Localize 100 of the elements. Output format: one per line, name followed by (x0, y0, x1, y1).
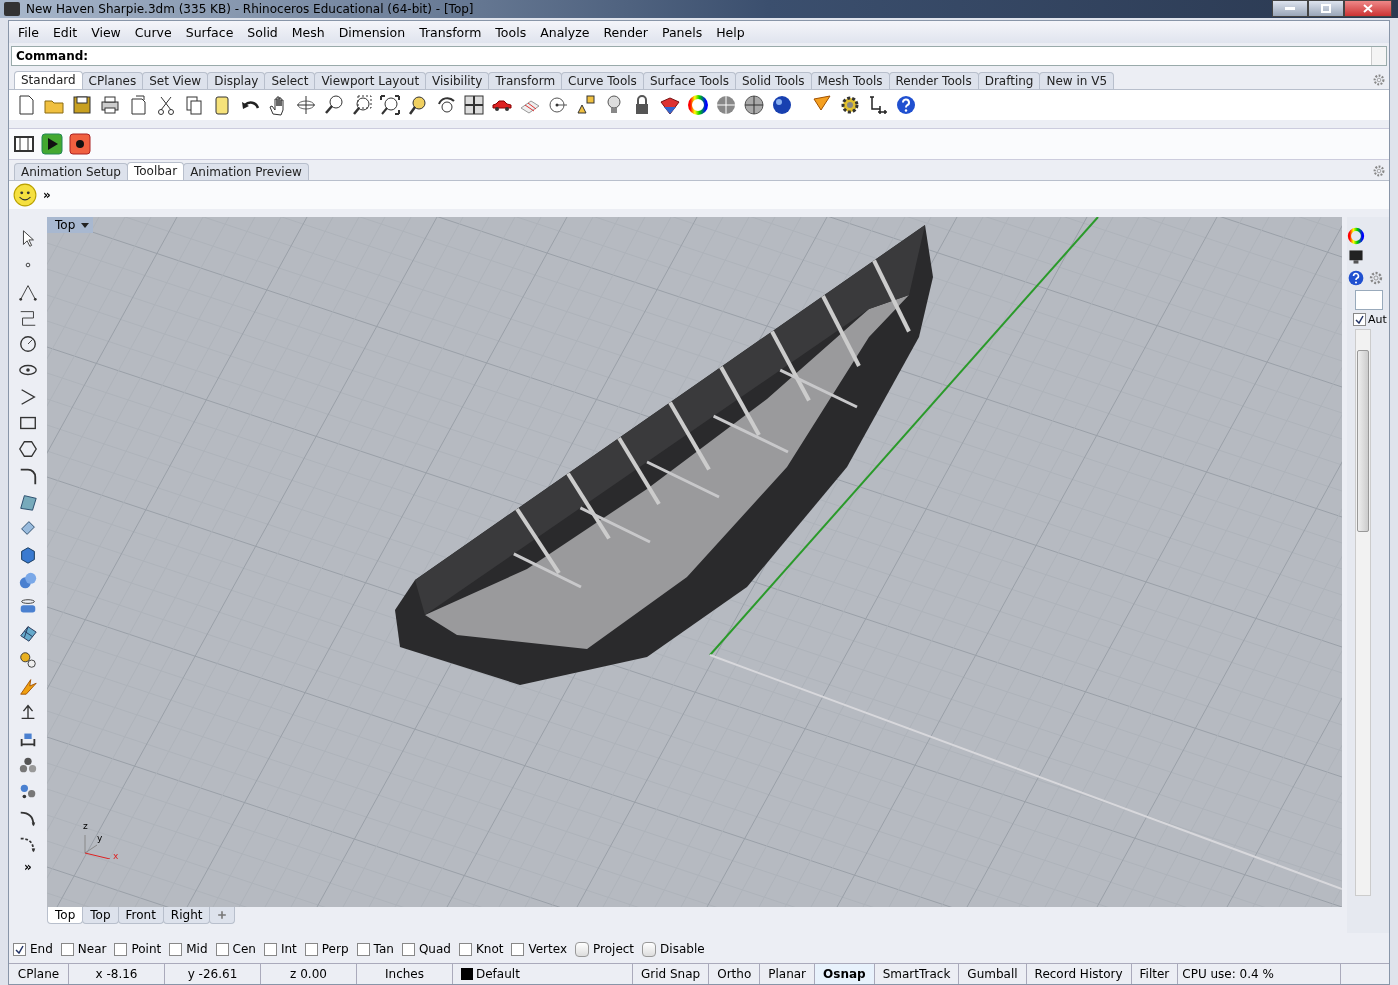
tab[interactable]: Render Tools (888, 72, 979, 89)
zoom-selected-icon[interactable] (407, 94, 429, 116)
layer-field[interactable]: Default (453, 964, 633, 984)
menu-item[interactable]: Surface (178, 24, 241, 40)
tab[interactable]: Set View (142, 72, 209, 89)
cplane-label[interactable]: CPlane (9, 964, 69, 984)
menu-item[interactable]: Edit (45, 24, 85, 40)
tab[interactable]: Curve Tools (561, 72, 644, 89)
input-field[interactable] (1355, 290, 1383, 310)
viewport-tab[interactable]: Right (162, 907, 211, 924)
checkbox[interactable] (60, 942, 74, 956)
polygon-icon[interactable] (18, 439, 38, 460)
zoom-extents-icon[interactable] (379, 94, 401, 116)
circle-icon[interactable] (18, 334, 38, 355)
tab[interactable]: Transform (488, 72, 563, 89)
color-wheel-icon[interactable] (687, 94, 709, 116)
menu-item[interactable]: Transform (412, 24, 489, 40)
spheres-icon[interactable] (18, 570, 38, 591)
curved-arrow-icon[interactable] (435, 94, 457, 116)
checkbox[interactable] (13, 942, 26, 956)
status-toggle[interactable]: Ortho (709, 964, 761, 984)
menu-item[interactable]: Tools (488, 24, 534, 40)
tab[interactable]: CPlanes (81, 72, 144, 89)
help-icon[interactable] (895, 94, 917, 116)
menu-item[interactable]: Render (596, 24, 655, 40)
gear-icon[interactable] (839, 94, 861, 116)
tab[interactable]: Solid Tools (734, 72, 812, 89)
four-viewports-icon[interactable] (463, 94, 485, 116)
menu-item[interactable]: File (11, 24, 46, 40)
zoom-window-icon[interactable] (351, 94, 373, 116)
panel-tab[interactable]: Toolbar (126, 162, 185, 180)
menu-item[interactable]: Curve (127, 24, 179, 40)
shapes-icon[interactable] (575, 94, 597, 116)
menu-item[interactable]: View (84, 24, 128, 40)
status-toggle[interactable]: Grid Snap (633, 964, 710, 984)
tab[interactable]: Visibility (425, 72, 490, 89)
panel-tab[interactable]: Animation Setup (14, 163, 128, 180)
tab[interactable]: Select (264, 72, 316, 89)
menu-item[interactable]: Solid (240, 24, 285, 40)
toggle-button[interactable] (642, 941, 657, 957)
viewport[interactable]: Top z y x (47, 217, 1342, 907)
maximize-button[interactable] (1308, 0, 1344, 17)
toggle-button[interactable] (575, 941, 589, 957)
status-toggle[interactable]: Filter (1131, 964, 1179, 984)
viewport-tab[interactable]: Top (47, 907, 84, 924)
checkbox[interactable] (169, 942, 183, 956)
mesh-icon[interactable] (18, 623, 38, 644)
command-field[interactable]: Command: (11, 46, 1387, 66)
dimension-icon[interactable] (867, 94, 889, 116)
copy-icon[interactable] (183, 94, 205, 116)
smiley-icon[interactable] (13, 183, 37, 207)
menu-item[interactable]: Dimension (331, 24, 413, 40)
play-icon[interactable] (41, 133, 63, 155)
checkbox[interactable] (356, 942, 370, 956)
rotate-icon[interactable] (295, 94, 317, 116)
scissors-icon[interactable] (155, 94, 177, 116)
tab[interactable]: Surface Tools (642, 72, 736, 89)
tab[interactable]: Display (207, 72, 266, 89)
minimize-button[interactable] (1272, 0, 1308, 17)
sphere-icon[interactable] (715, 94, 737, 116)
menu-item[interactable]: Analyze (533, 24, 597, 40)
glossy-sphere-icon[interactable] (771, 94, 793, 116)
viewport-tab[interactable]: Top (82, 907, 119, 924)
help-icon[interactable] (1347, 269, 1365, 287)
settings-icon[interactable] (1371, 72, 1387, 88)
tab[interactable]: Viewport Layout (314, 72, 427, 89)
checkbox[interactable] (263, 942, 277, 956)
tab[interactable]: New in V5 (1039, 72, 1115, 89)
status-toggle[interactable]: SmartTrack (874, 964, 960, 984)
viewport-tab[interactable]: Front (117, 907, 164, 924)
checkbox[interactable] (511, 942, 525, 956)
zoom-icon[interactable] (323, 94, 345, 116)
monitor-icon[interactable] (1347, 248, 1365, 266)
add-tab-button[interactable] (209, 907, 236, 924)
status-toggle[interactable]: Gumball (959, 964, 1027, 984)
printer-icon[interactable] (99, 94, 121, 116)
box-icon[interactable] (18, 544, 38, 565)
checkbox[interactable] (304, 942, 318, 956)
lightning-icon[interactable] (18, 676, 38, 697)
settings-icon[interactable] (1371, 163, 1387, 179)
menu-item[interactable]: Panels (654, 24, 710, 40)
overflow-button[interactable]: » (43, 188, 51, 202)
status-toggle[interactable]: Osnap (815, 964, 875, 984)
checkbox[interactable] (1353, 313, 1366, 326)
checkbox[interactable] (114, 942, 128, 956)
checkbox[interactable] (401, 942, 415, 956)
record-icon[interactable] (69, 133, 91, 155)
film-icon[interactable] (13, 133, 35, 155)
checkbox[interactable] (458, 942, 472, 956)
tab[interactable]: Mesh Tools (810, 72, 890, 89)
menu-item[interactable]: Help (709, 24, 752, 40)
status-toggle[interactable]: Record History (1026, 964, 1132, 984)
tab[interactable]: Standard (14, 71, 83, 89)
panel-tab[interactable]: Animation Preview (183, 163, 309, 180)
overflow-button[interactable]: » (24, 860, 32, 875)
checkbox[interactable] (215, 942, 229, 956)
dropdown-arrow-icon[interactable] (81, 221, 90, 229)
color-wheel-icon[interactable] (1347, 227, 1365, 245)
scrollbar[interactable] (1355, 329, 1371, 896)
shaded-sphere-icon[interactable] (743, 94, 765, 116)
